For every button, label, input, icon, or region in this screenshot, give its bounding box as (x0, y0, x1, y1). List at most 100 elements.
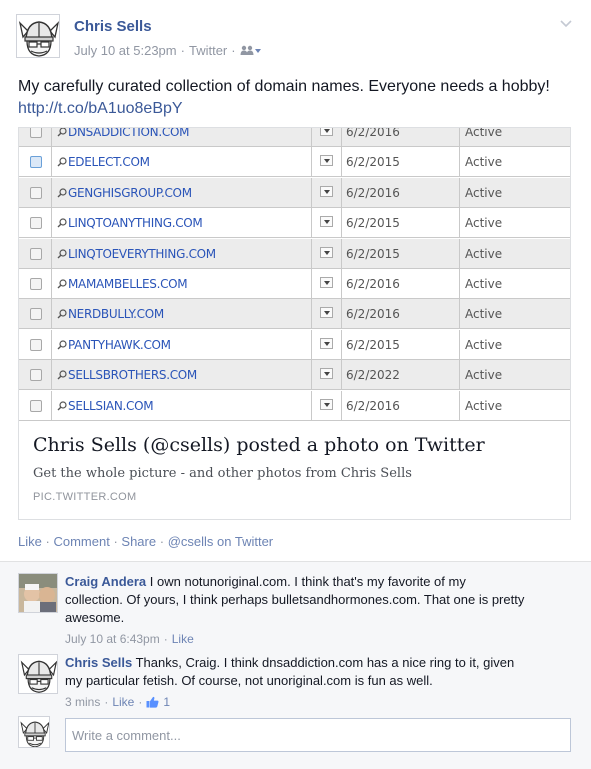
expiration-date: 6/2/2015 (346, 216, 400, 231)
domain-status: Active (465, 368, 503, 383)
domain-name: GENGHISGROUP.COM (57, 186, 192, 200)
magnifier-icon (57, 309, 67, 319)
domain-status: Active (465, 277, 503, 291)
domain-name: PANTYHAWK.COM (57, 338, 171, 352)
domain-status: Active (465, 155, 503, 170)
domain-checkbox (30, 186, 42, 199)
dropdown-toggle-icon (320, 307, 333, 319)
domain-name-text: DNSADDICTION.COM (68, 128, 190, 139)
dropdown-toggle-icon (320, 368, 333, 380)
dropdown-toggle-icon (320, 337, 333, 349)
post-meta: July 10 at 5:23pm · Twitter · (74, 43, 262, 58)
domain-checkbox (30, 217, 42, 230)
column-divider (459, 299, 460, 329)
post-author-name[interactable]: Chris Sells (74, 18, 152, 35)
thumbs-up-icon[interactable] (146, 696, 159, 708)
comment-input[interactable] (65, 718, 571, 752)
post-source[interactable]: Twitter (189, 43, 227, 58)
column-divider (311, 208, 312, 238)
chevron-down-icon[interactable] (559, 16, 573, 30)
domain-name-text: NERDBULLY.COM (68, 307, 164, 322)
current-user-avatar (18, 716, 50, 748)
column-divider (459, 238, 460, 268)
column-divider (51, 147, 52, 177)
expiration-date: 6/2/2015 (346, 337, 400, 352)
photo-card-title[interactable]: Chris Sells (@csells) posted a photo on … (33, 434, 485, 456)
domain-name: SELLSBROTHERS.COM (57, 368, 197, 382)
comment-like-link[interactable]: Like (112, 693, 134, 711)
domain-status: Active (465, 128, 503, 139)
column-divider (341, 329, 342, 359)
dropdown-toggle-icon (320, 246, 333, 258)
column-divider (459, 208, 460, 238)
friends-audience-icon[interactable] (240, 45, 262, 56)
share-link[interactable]: Share (121, 534, 156, 549)
action-separator: · (159, 534, 165, 549)
expiration-date: 6/2/2016 (346, 128, 400, 139)
commenter-avatar[interactable] (18, 654, 58, 694)
shared-photo-card[interactable]: DNSADDICTION.COM 6/2/2016 Active EDELECT.CO… (18, 127, 571, 520)
action-separator: · (113, 534, 118, 549)
post-link[interactable]: http://t.co/bA1uo8eBpY (18, 100, 183, 117)
post-date[interactable]: July 10 at 5:23pm (74, 43, 177, 58)
expiration-date: 6/2/2015 (346, 155, 400, 170)
domain-checkbox (30, 156, 42, 169)
comment-like-link[interactable]: Like (172, 630, 194, 648)
domain-checkbox (30, 338, 42, 351)
comment-link[interactable]: Comment (53, 534, 109, 549)
dropdown-toggle-icon (320, 128, 333, 136)
action-separator: · (45, 534, 50, 549)
column-divider (341, 238, 342, 268)
domain-row: SELLSBROTHERS.COM 6/2/2022 Active (19, 360, 570, 391)
commenter-avatar[interactable] (18, 573, 58, 613)
magnifier-icon (57, 249, 67, 259)
domain-checkbox (30, 369, 42, 382)
domain-checkbox (30, 399, 42, 412)
meta-separator: · (104, 695, 109, 709)
domain-row: MAMAMBELLES.COM 6/2/2016 Active (19, 269, 570, 299)
meta-separator: · (163, 632, 168, 646)
domain-name: EDELECT.COM (57, 155, 150, 169)
column-divider (51, 299, 52, 329)
comment-meta: July 10 at 6:43pm · Like (65, 630, 525, 648)
column-divider (51, 329, 52, 359)
twitter-link[interactable]: @csells on Twitter (168, 534, 273, 549)
comment-author[interactable]: Craig Andera (65, 574, 146, 589)
magnifier-icon (57, 401, 67, 411)
meta-separator: · (138, 695, 143, 709)
column-divider (459, 329, 460, 359)
magnifier-icon (57, 188, 67, 198)
magnifier-icon (57, 279, 67, 289)
domain-row: NERDBULLY.COM 6/2/2016 Active (19, 299, 570, 330)
magnifier-icon (57, 218, 67, 228)
domain-row: GENGHISGROUP.COM 6/2/2016 Active (19, 177, 570, 208)
meta-separator: · (180, 43, 185, 58)
domain-name-text: MAMAMBELLES.COM (68, 277, 188, 291)
dropdown-toggle-icon (320, 398, 333, 410)
facebook-post-card: Chris Sells July 10 at 5:23pm · Twitter … (0, 0, 591, 769)
expiration-date: 6/2/2016 (346, 277, 400, 291)
comment-author[interactable]: Chris Sells (65, 655, 132, 670)
comment-body: Craig Andera I own notunoriginal.com. I … (65, 573, 525, 648)
column-divider (341, 208, 342, 238)
domain-status: Active (465, 185, 503, 200)
comment-time[interactable]: 3 mins (65, 693, 100, 711)
column-divider (341, 269, 342, 298)
dropdown-toggle-icon (320, 155, 333, 167)
dropdown-toggle-icon (320, 216, 333, 228)
domain-name: DNSADDICTION.COM (57, 128, 189, 139)
domain-status: Active (465, 246, 503, 261)
like-link[interactable]: Like (18, 534, 42, 549)
comment-like-count[interactable]: 1 (163, 693, 170, 711)
column-divider (51, 360, 52, 390)
domain-list-screenshot: DNSADDICTION.COM 6/2/2016 Active EDELECT.CO… (19, 128, 570, 421)
domain-row: LINQTOANYTHING.COM 6/2/2015 Active (19, 208, 570, 239)
comment-time[interactable]: July 10 at 6:43pm (65, 630, 160, 648)
domain-checkbox (30, 308, 42, 321)
domain-checkbox (30, 128, 42, 138)
column-divider (51, 390, 52, 420)
column-divider (341, 128, 342, 146)
author-avatar[interactable] (16, 14, 60, 58)
domain-checkbox (30, 247, 42, 260)
column-divider (459, 147, 460, 177)
